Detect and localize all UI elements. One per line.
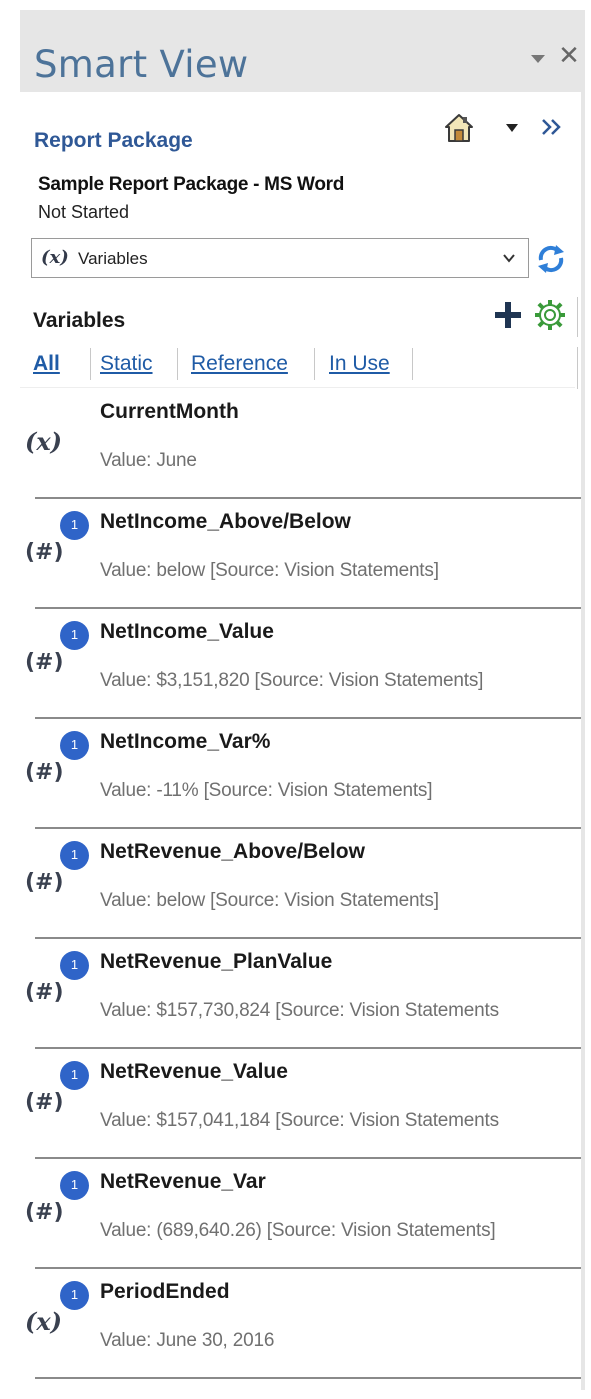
toolbar-divider bbox=[577, 297, 578, 337]
filter-in-use-link[interactable]: In Use bbox=[329, 352, 390, 376]
filter-static-link[interactable]: Static bbox=[100, 352, 153, 376]
variable-value: Value: June 30, 2016 bbox=[100, 1330, 275, 1351]
variable-name: NetRevenue_Above/Below bbox=[100, 840, 365, 863]
section-title: Report Package bbox=[34, 129, 193, 152]
variable-row-netrevenue-above-below[interactable]: (#) 1 NetRevenue_Above/Below Value: belo… bbox=[20, 830, 581, 940]
variable-row-netrevenue-planvalue[interactable]: (#) 1 NetRevenue_PlanValue Value: $157,7… bbox=[20, 940, 581, 1050]
reference-variable-icon: (#) bbox=[25, 760, 64, 785]
report-package-status: Not Started bbox=[38, 202, 130, 222]
row-divider bbox=[35, 937, 581, 939]
variable-row-netrevenue-var[interactable]: (#) 1 NetRevenue_Var Value: (689,640.26)… bbox=[20, 1160, 581, 1270]
row-divider bbox=[35, 497, 581, 499]
reference-variable-icon: (#) bbox=[25, 1200, 64, 1225]
reference-variable-icon: (#) bbox=[25, 1090, 64, 1115]
variable-row-netrevenue-value[interactable]: (#) 1 NetRevenue_Value Value: $157,041,1… bbox=[20, 1050, 581, 1160]
variable-value: Value: $3,151,820 [Source: Vision Statem… bbox=[100, 670, 484, 691]
in-use-count-badge: 1 bbox=[60, 951, 89, 980]
variable-icon: (x) bbox=[41, 247, 69, 268]
variable-name: NetIncome_Above/Below bbox=[100, 510, 351, 533]
pane-title-bar: Smart View ✕ bbox=[20, 10, 585, 92]
variable-filter-bar: All Static Reference In Use bbox=[20, 342, 581, 388]
filter-right-divider bbox=[577, 347, 578, 389]
variable-value: Value: below [Source: Vision Statements] bbox=[100, 560, 439, 581]
variable-value: Value: (689,640.26) [Source: Vision Stat… bbox=[100, 1220, 496, 1241]
row-divider bbox=[35, 1377, 581, 1379]
variable-name: CurrentMonth bbox=[100, 400, 239, 423]
static-variable-icon: (x) bbox=[25, 1307, 63, 1336]
view-selector-dropdown[interactable]: (x) Variables bbox=[31, 238, 529, 278]
in-use-count-badge: 1 bbox=[60, 1171, 89, 1200]
home-icon[interactable] bbox=[445, 112, 473, 144]
variable-name: NetRevenue_Value bbox=[100, 1060, 288, 1083]
report-package-name: Sample Report Package - MS Word bbox=[38, 174, 345, 195]
in-use-count-badge: 1 bbox=[60, 1281, 89, 1310]
smart-view-pane: Smart View ✕ Report Package Sample Repor… bbox=[20, 10, 585, 1390]
row-divider bbox=[35, 607, 581, 609]
variable-row-currentmonth[interactable]: (x) CurrentMonth Value: June bbox=[20, 390, 581, 500]
variable-value: Value: $157,041,184 [Source: Vision Stat… bbox=[100, 1110, 499, 1131]
variable-row-netincome-above-below[interactable]: (#) 1 NetIncome_Above/Below Value: below… bbox=[20, 500, 581, 610]
gear-icon[interactable] bbox=[534, 299, 566, 331]
pane-content: Report Package Sample Report Package - M… bbox=[20, 92, 581, 1390]
filter-divider bbox=[177, 348, 178, 380]
in-use-count-badge: 1 bbox=[60, 621, 89, 650]
variable-value: Value: June bbox=[100, 450, 197, 471]
variable-value: Value: below [Source: Vision Statements] bbox=[100, 890, 439, 911]
variable-name: NetRevenue_Var bbox=[100, 1170, 266, 1193]
variable-name: NetRevenue_PlanValue bbox=[100, 950, 333, 973]
home-dropdown-caret-icon[interactable] bbox=[505, 123, 519, 133]
variable-value: Value: $157,730,824 [Source: Vision Stat… bbox=[100, 1000, 499, 1021]
reference-variable-icon: (#) bbox=[25, 650, 64, 675]
expand-chevrons-icon[interactable] bbox=[538, 114, 566, 140]
row-divider bbox=[35, 827, 581, 829]
reference-variable-icon: (#) bbox=[25, 540, 64, 565]
variable-row-netincome-var[interactable]: (#) 1 NetIncome_Var% Value: -11% [Source… bbox=[20, 720, 581, 830]
row-divider bbox=[35, 1157, 581, 1159]
row-divider bbox=[35, 1267, 581, 1269]
selector-value: Variables bbox=[78, 249, 148, 268]
filter-divider bbox=[90, 348, 91, 380]
pane-title: Smart View bbox=[34, 43, 249, 86]
filter-divider bbox=[412, 348, 413, 380]
in-use-count-badge: 1 bbox=[60, 731, 89, 760]
close-pane-button[interactable]: ✕ bbox=[557, 42, 581, 70]
variables-header: Variables bbox=[33, 309, 126, 332]
pane-menu-caret-icon[interactable] bbox=[530, 52, 546, 66]
in-use-count-badge: 1 bbox=[60, 511, 89, 540]
variable-row-periodended[interactable]: (x) 1 PeriodEnded Value: June 30, 2016 bbox=[20, 1270, 581, 1380]
variable-row-netincome-value[interactable]: (#) 1 NetIncome_Value Value: $3,151,820 … bbox=[20, 610, 581, 720]
reference-variable-icon: (#) bbox=[25, 980, 64, 1005]
add-variable-icon[interactable] bbox=[493, 300, 523, 330]
reference-variable-icon: (#) bbox=[25, 870, 64, 895]
variable-name: NetIncome_Var% bbox=[100, 730, 271, 753]
in-use-count-badge: 1 bbox=[60, 841, 89, 870]
refresh-icon[interactable] bbox=[534, 242, 568, 276]
static-variable-icon: (x) bbox=[25, 427, 63, 456]
row-divider bbox=[35, 1047, 581, 1049]
variable-value: Value: -11% [Source: Vision Statements] bbox=[100, 780, 433, 801]
chevron-down-icon bbox=[503, 254, 515, 263]
filter-bottom-rule bbox=[20, 387, 575, 388]
variable-name: PeriodEnded bbox=[100, 1280, 230, 1303]
row-divider bbox=[35, 717, 581, 719]
filter-divider bbox=[314, 348, 315, 380]
variable-name: NetIncome_Value bbox=[100, 620, 274, 643]
filter-reference-link[interactable]: Reference bbox=[191, 352, 288, 376]
filter-all-link[interactable]: All bbox=[33, 352, 60, 376]
in-use-count-badge: 1 bbox=[60, 1061, 89, 1090]
